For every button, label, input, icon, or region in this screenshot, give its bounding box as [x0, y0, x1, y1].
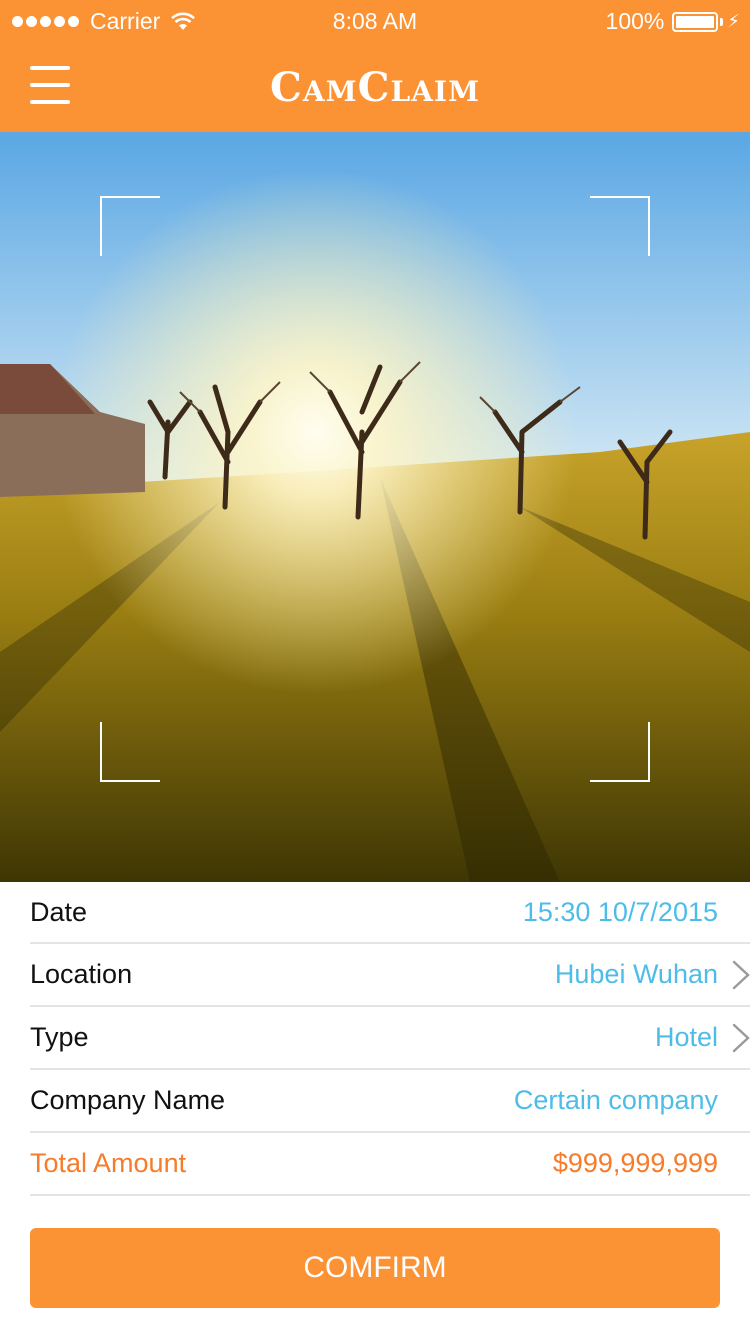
captured-photo	[0, 132, 750, 882]
status-bar: Carrier 8:08 AM 100% ⚡	[0, 0, 750, 40]
date-row: Date 15:30 10/7/2015	[30, 882, 750, 944]
type-value: Hotel	[654, 1022, 750, 1053]
date-label: Date	[30, 896, 88, 927]
total-amount-label: Total Amount	[30, 1148, 187, 1178]
type-row[interactable]: Type Hotel	[30, 1007, 750, 1070]
viewfinder-corner-bottom-left	[100, 722, 160, 782]
claim-form: Date 15:30 10/7/2015 Location Hubei Wuha…	[0, 882, 750, 1196]
type-value-text: Hotel	[654, 1022, 718, 1052]
total-amount-row[interactable]: Total Amount $999,999,999	[30, 1133, 750, 1196]
viewfinder-corner-bottom-right	[590, 722, 650, 782]
charging-bolt-icon: ⚡	[727, 11, 740, 31]
battery-percentage: 100%	[605, 8, 665, 34]
type-label: Type	[30, 1022, 89, 1052]
location-value-text: Hubei Wuhan	[554, 959, 718, 989]
chevron-right-icon[interactable]	[732, 1023, 750, 1053]
total-amount-value[interactable]: $999,999,999	[553, 1148, 718, 1179]
date-value: 15:30 10/7/2015	[523, 897, 718, 928]
date-value-text: 15:30 10/7/2015	[522, 896, 718, 927]
company-name-row[interactable]: Company Name Certain company	[30, 1070, 750, 1133]
confirm-button[interactable]: COMFIRM	[30, 1228, 720, 1308]
location-value: Hubei Wuhan	[554, 959, 750, 990]
location-row[interactable]: Location Hubei Wuhan	[30, 944, 750, 1007]
status-right: 100% ⚡	[606, 8, 740, 35]
app-title: CamClaim	[270, 64, 480, 111]
company-name-label: Company Name	[30, 1085, 226, 1115]
total-amount-value-text[interactable]: $999,999,999	[553, 1148, 718, 1179]
company-name-value-text[interactable]: Certain company	[514, 1085, 718, 1116]
viewfinder-corner-top-right	[590, 196, 650, 256]
app-header: Carrier 8:08 AM 100% ⚡ CamClaim	[0, 0, 750, 132]
viewfinder-corner-top-left	[100, 196, 160, 256]
company-name-value[interactable]: Certain company	[514, 1085, 718, 1116]
chevron-right-icon[interactable]	[732, 960, 750, 990]
battery-icon	[672, 11, 719, 32]
battery-tip	[720, 17, 724, 26]
location-label: Location	[30, 959, 133, 989]
